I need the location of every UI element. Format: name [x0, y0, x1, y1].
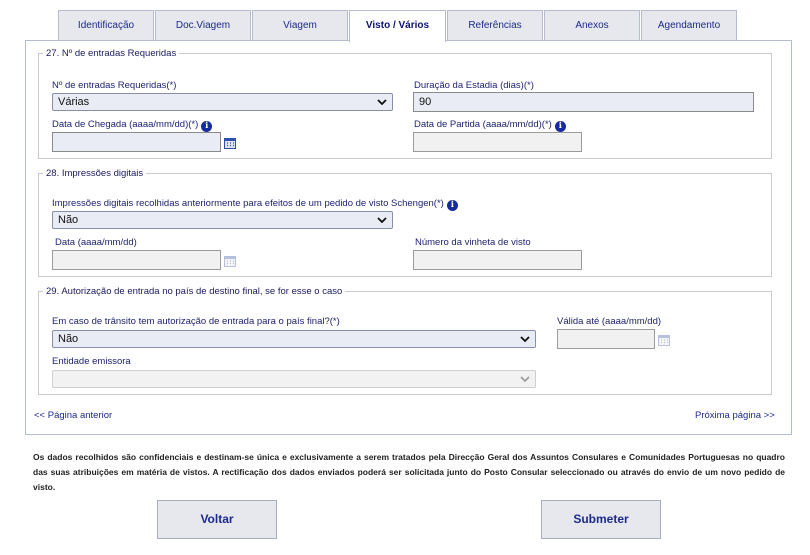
entries-label: Nº de entradas Requeridas(*)	[52, 80, 177, 91]
visa-sticker-input[interactable]	[413, 250, 582, 270]
tab-doc-viagem[interactable]: Doc.Viagem	[155, 10, 251, 41]
previous-page-link[interactable]: << Página anterior	[34, 410, 112, 421]
tab-viagem[interactable]: Viagem	[252, 10, 348, 41]
transit-label: Em caso de trânsito tem autorização de e…	[52, 316, 340, 327]
issuer-label: Entidade emissora	[52, 356, 131, 367]
tab-identificacao[interactable]: Identificação	[58, 10, 154, 41]
calendar-icon[interactable]	[658, 334, 670, 346]
section-fingerprints-legend: 28. Impressões digitais	[46, 168, 144, 179]
arrival-date-label: Data de Chegada (aaaa/mm/dd)(*) i	[52, 119, 213, 132]
info-icon[interactable]: i	[446, 200, 458, 211]
section-entries-legend: 27. Nº de entradas Requeridas	[46, 48, 177, 59]
chevron-down-icon	[377, 99, 387, 106]
back-button[interactable]: Voltar	[157, 500, 277, 539]
chevron-down-icon	[520, 336, 530, 343]
next-page-link[interactable]: Próxima página >>	[695, 410, 775, 421]
arrival-date-input[interactable]	[52, 132, 221, 152]
info-icon[interactable]: i	[201, 121, 213, 132]
transit-select-value: Não	[58, 333, 79, 345]
chevron-down-icon	[377, 217, 387, 224]
privacy-notice: Os dados recolhidos são confidenciais e …	[33, 452, 785, 492]
calendar-icon[interactable]	[224, 137, 236, 149]
tab-visto-varios[interactable]: Visto / Vários	[349, 10, 446, 42]
chevron-down-icon	[520, 376, 530, 383]
valid-until-label: Válida até (aaaa/mm/dd)	[557, 316, 662, 327]
calendar-icon[interactable]	[224, 255, 236, 267]
issuer-select[interactable]	[52, 370, 536, 388]
fingerprints-select-value: Não	[58, 214, 79, 226]
departure-date-input[interactable]	[413, 132, 582, 152]
entries-select-value: Várias	[58, 96, 90, 108]
tab-agendamento[interactable]: Agendamento	[641, 10, 737, 41]
fingerprint-date-label: Data (aaaa/mm/dd)	[55, 237, 137, 248]
info-icon[interactable]: i	[554, 121, 566, 132]
duration-label: Duração da Estadia (dias)(*)	[414, 80, 534, 91]
tab-anexos[interactable]: Anexos	[544, 10, 640, 41]
valid-until-input[interactable]	[557, 329, 655, 349]
section-entry-authorization-legend: 29. Autorização de entrada no país de de…	[46, 286, 343, 297]
entries-select[interactable]: Várias	[52, 93, 393, 111]
visa-sticker-label: Número da vinheta de visto	[415, 237, 531, 248]
tab-referencias[interactable]: Referências	[447, 10, 543, 41]
duration-input[interactable]: 90	[413, 92, 754, 112]
submit-button[interactable]: Submeter	[541, 500, 661, 539]
departure-date-label: Data de Partida (aaaa/mm/dd)(*) i	[414, 119, 566, 132]
fingerprint-date-input[interactable]	[52, 250, 221, 270]
fingerprints-select[interactable]: Não	[52, 211, 393, 229]
transit-select[interactable]: Não	[52, 330, 536, 348]
fingerprints-label: Impressões digitais recolhidas anteriorm…	[52, 198, 458, 211]
